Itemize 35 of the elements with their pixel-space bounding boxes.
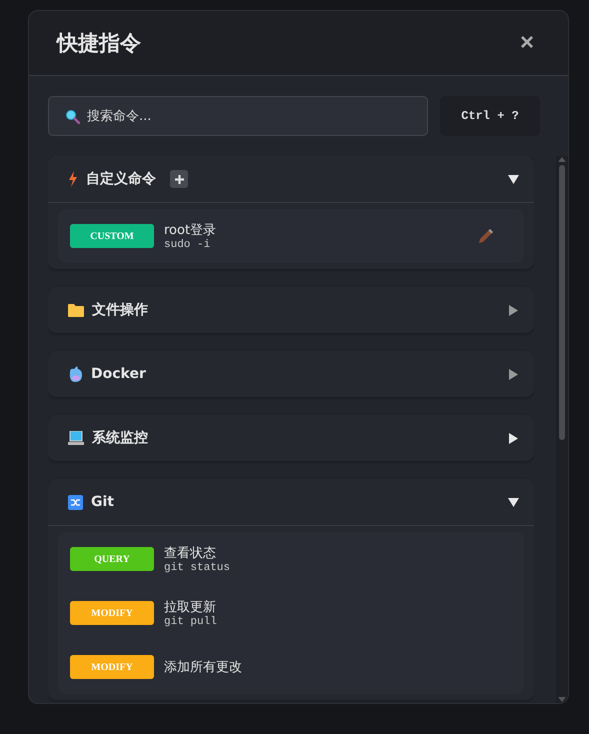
scrollbar[interactable]: [556, 156, 568, 703]
shuffle-icon: [68, 494, 83, 510]
command-name[interactable]: 拉取更新: [164, 598, 494, 616]
command-name[interactable]: root登录: [164, 221, 468, 239]
section-title[interactable]: 系统监控: [92, 429, 148, 447]
command-text: sudo -i: [164, 239, 212, 251]
plus-icon: [174, 174, 184, 184]
expand-arrow-icon[interactable]: [508, 368, 519, 380]
expand-arrow-icon[interactable]: [508, 432, 519, 444]
pencil-icon[interactable]: [478, 228, 494, 244]
command-text: git status: [164, 562, 232, 574]
section-title[interactable]: 文件操作: [92, 301, 148, 319]
scroll-down-icon[interactable]: [558, 697, 566, 703]
collapse-arrow-icon[interactable]: [508, 174, 519, 184]
shortcut-button[interactable]: Ctrl + ?: [440, 96, 540, 136]
dialog-title: 快捷指令: [57, 30, 142, 57]
section-title[interactable]: Docker: [91, 366, 146, 382]
command-badge: MODIFY: [70, 655, 154, 679]
command-badge: CUSTOM: [70, 224, 154, 248]
section-title[interactable]: Git: [91, 494, 114, 510]
command-name[interactable]: 添加所有更改: [164, 658, 494, 676]
expand-arrow-icon[interactable]: [508, 304, 519, 316]
command-badge: MODIFY: [70, 601, 154, 625]
lightning-icon: [68, 171, 78, 187]
command-name[interactable]: 查看状态: [164, 544, 494, 562]
collapse-arrow-icon[interactable]: [508, 496, 519, 508]
close-button[interactable]: ×: [514, 31, 540, 55]
laptop-icon: [68, 431, 84, 445]
folder-icon: [68, 303, 84, 317]
section-title[interactable]: 自定义命令: [86, 170, 156, 188]
search-field[interactable]: 搜索命令...: [48, 96, 428, 136]
command-badge: QUERY: [70, 547, 154, 571]
add-button[interactable]: [170, 170, 188, 188]
search-icon: [65, 109, 80, 124]
command-text: git pull: [164, 616, 218, 628]
